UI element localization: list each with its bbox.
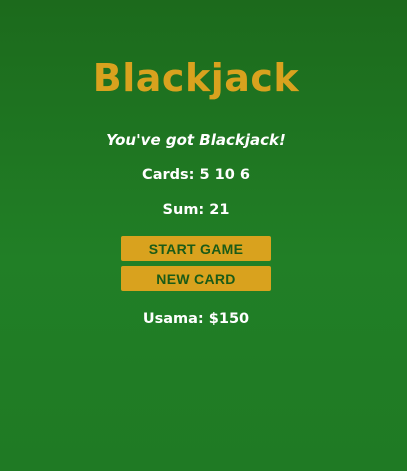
game-message: You've got Blackjack!: [106, 131, 286, 149]
start-game-button[interactable]: START GAME: [121, 236, 271, 261]
player-chips: Usama: $150: [142, 311, 250, 327]
new-card-button[interactable]: NEW CARD: [121, 266, 271, 291]
game-title: Blackjack: [92, 56, 300, 100]
sum-display: Sum: 21: [162, 202, 230, 218]
cards-display: Cards: 5 10 6: [142, 167, 250, 183]
